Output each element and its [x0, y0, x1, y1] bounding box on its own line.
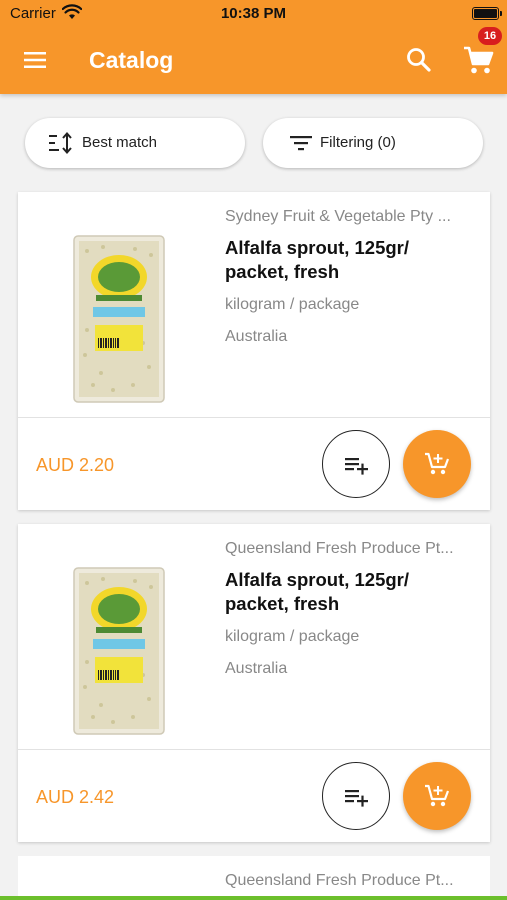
bottom-accent-strip [0, 896, 507, 900]
sort-button[interactable]: Best match [25, 118, 245, 168]
add-shopping-cart-icon [425, 452, 450, 475]
product-info: Sydney Fruit & Vegetable Pty ... Alfalfa… [18, 192, 490, 418]
add-to-list-button[interactable] [322, 762, 390, 830]
add-to-cart-button[interactable] [403, 430, 471, 498]
product-image [73, 567, 165, 735]
filter-label: Filtering (0) [320, 134, 396, 151]
add-to-list-button[interactable] [322, 430, 390, 498]
sort-label: Best match [82, 134, 158, 151]
product-name: Alfalfa sprout, 125gr/ packet, fresh [225, 237, 410, 282]
product-card[interactable]: Queensland Fresh Produce Pt... [18, 856, 490, 900]
product-unit: kilogram / package [225, 628, 360, 645]
cart-count-badge: 16 [478, 27, 502, 45]
product-image [73, 235, 165, 403]
cart-icon[interactable] [461, 43, 495, 77]
supplier-name: Queensland Fresh Produce Pt... [225, 540, 454, 557]
menu-icon[interactable] [20, 46, 50, 74]
filter-button[interactable]: Filtering (0) [263, 118, 483, 168]
filter-icon [290, 136, 312, 151]
product-name: Alfalfa sprout, 125gr/ packet, fresh [225, 569, 410, 614]
sort-icon [49, 131, 72, 155]
product-price: AUD 2.42 [36, 787, 115, 807]
playlist-add-icon [345, 458, 368, 475]
product-info: Queensland Fresh Produce Pt... Alfalfa s… [18, 524, 490, 750]
app-header: Carrier 10:38 PM Catalog 16 [0, 0, 507, 94]
add-shopping-cart-icon [425, 784, 450, 807]
product-price: AUD 2.20 [36, 455, 115, 475]
clock-label: 10:38 PM [220, 5, 287, 22]
search-icon[interactable] [403, 44, 435, 76]
supplier-name: Sydney Fruit & Vegetable Pty ... [225, 208, 451, 225]
product-card[interactable]: Queensland Fresh Produce Pt... Alfalfa s… [18, 524, 490, 842]
status-bar: Carrier 10:38 PM [0, 0, 507, 28]
product-unit: kilogram / package [225, 296, 360, 313]
supplier-name: Queensland Fresh Produce Pt... [225, 872, 454, 889]
product-card[interactable]: Sydney Fruit & Vegetable Pty ... Alfalfa… [18, 192, 490, 510]
page-title: Catalog [89, 47, 174, 73]
battery-icon [472, 7, 502, 20]
product-origin: Australia [225, 328, 288, 345]
product-origin: Australia [225, 660, 288, 677]
playlist-add-icon [345, 790, 368, 807]
add-to-cart-button[interactable] [403, 762, 471, 830]
